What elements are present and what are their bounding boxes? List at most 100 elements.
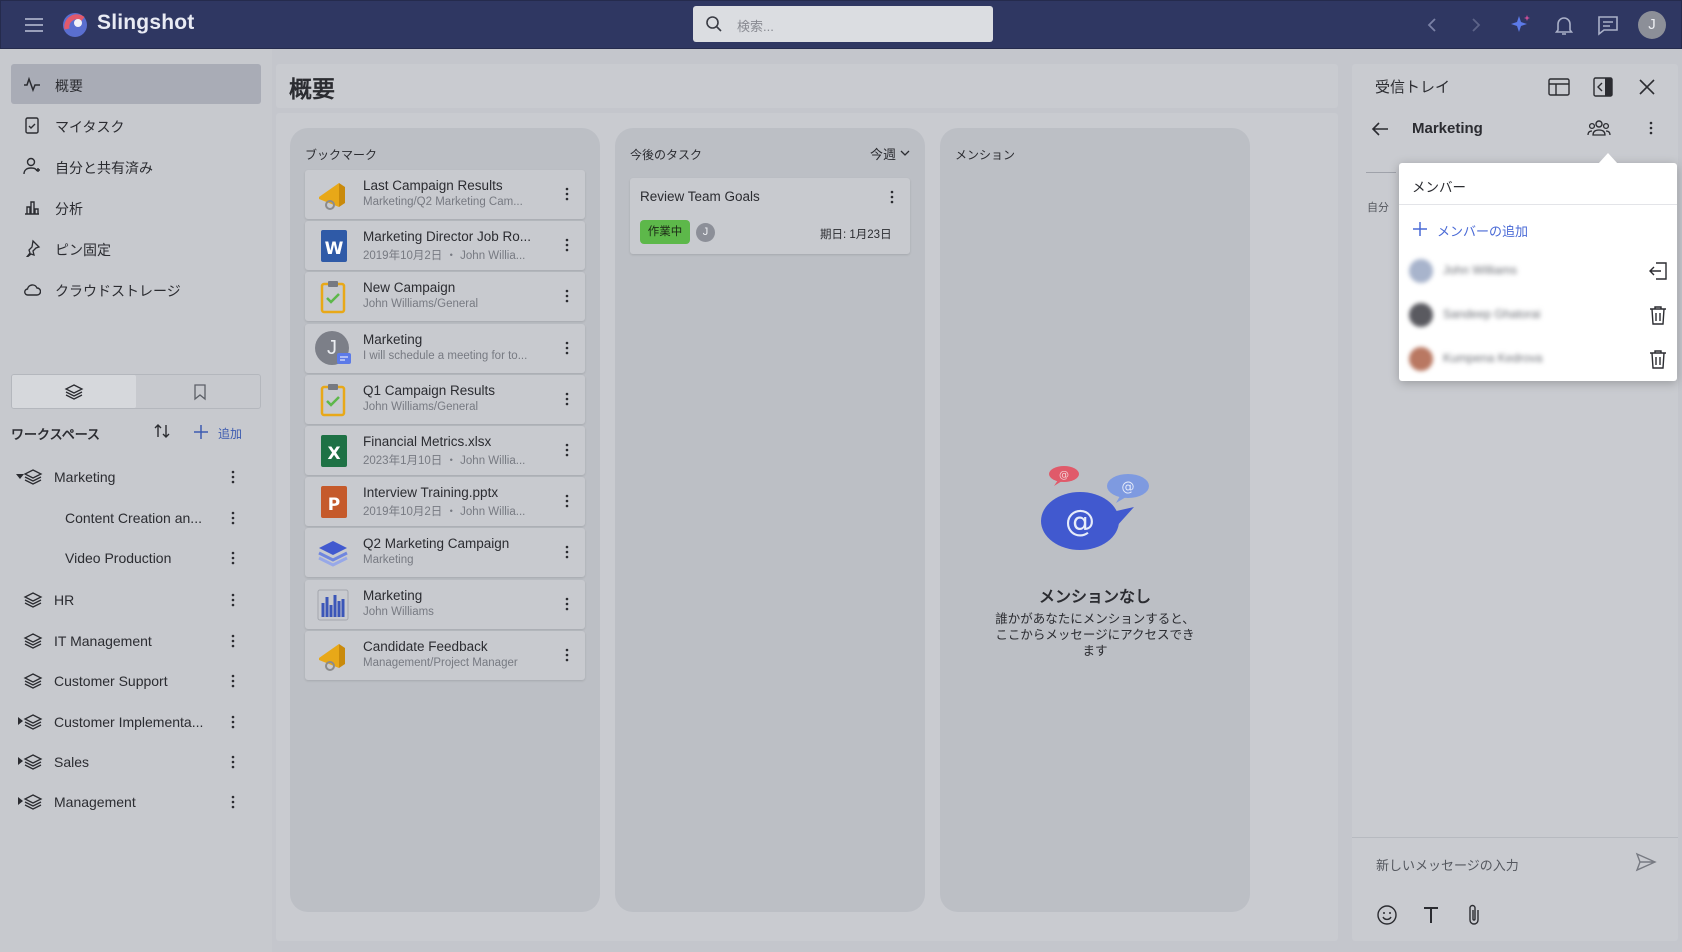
- more-options-icon[interactable]: [560, 492, 574, 510]
- workspace-item[interactable]: Content Creation an...: [0, 500, 272, 536]
- message-input[interactable]: 新しいメッセージの入力: [1376, 855, 1519, 874]
- bookmark-card[interactable]: W Marketing Director Job Ro... 2019年10月2日 …: [305, 221, 585, 271]
- member-name: Sandeep Ghatorai: [1443, 307, 1541, 321]
- leave-icon[interactable]: [1647, 260, 1669, 282]
- task-filter-dropdown[interactable]: 今週: [870, 144, 910, 164]
- word-file-icon: W: [321, 230, 347, 263]
- divider: [1399, 204, 1677, 205]
- back-arrow-icon[interactable]: [1369, 118, 1391, 140]
- bookmark-card[interactable]: Last Campaign Results Marketing/Q2 Market…: [305, 170, 585, 219]
- shared-user-icon: [23, 157, 41, 175]
- task-card[interactable]: Review Team Goals 作業中 J 期日: 1月23日: [630, 178, 910, 254]
- add-workspace-button[interactable]: 追加: [192, 422, 252, 442]
- popout-window-icon[interactable]: [1547, 76, 1571, 98]
- trash-icon[interactable]: [1647, 348, 1669, 370]
- more-options-icon[interactable]: [560, 390, 574, 408]
- more-options-icon[interactable]: [560, 543, 574, 561]
- status-badge: 作業中: [640, 220, 690, 244]
- nav-label: マイタスク: [55, 119, 125, 135]
- more-options-icon[interactable]: [226, 793, 240, 811]
- more-options-icon[interactable]: [226, 753, 240, 771]
- nav-shared-with-me[interactable]: 自分と共有済み: [11, 146, 261, 186]
- trash-icon[interactable]: [1647, 304, 1669, 326]
- bar-chart-icon: [23, 198, 41, 216]
- dashboard-chart-icon: [317, 589, 349, 621]
- more-options-icon[interactable]: [560, 287, 574, 305]
- collapse-panel-icon[interactable]: [1592, 76, 1614, 98]
- workspace-label: Video Production: [65, 550, 172, 566]
- workspace-item[interactable]: Marketing: [0, 459, 272, 495]
- nav-analytics[interactable]: 分析: [11, 187, 261, 227]
- more-options-icon[interactable]: [226, 713, 240, 731]
- nav-cloud-storage[interactable]: クラウドストレージ: [11, 269, 261, 309]
- bookmark-card[interactable]: Q2 Marketing Campaign Marketing: [305, 528, 585, 578]
- more-options-icon[interactable]: [560, 185, 574, 203]
- bookmark-card[interactable]: P Interview Training.pptx 2019年10月2日 ・ Joh…: [305, 477, 585, 527]
- bookmark-thumbnail: P: [315, 484, 351, 520]
- more-options-icon[interactable]: [226, 632, 240, 650]
- pin-icon: [23, 239, 41, 257]
- bookmark-card[interactable]: Marketing John Williams: [305, 579, 585, 629]
- bookmark-card[interactable]: X Financial Metrics.xlsx 2023年1月10日 ・ John…: [305, 426, 585, 475]
- notification-bell-icon[interactable]: [1552, 13, 1576, 37]
- ai-sparkle-icon[interactable]: [1508, 13, 1532, 37]
- bookmark-subtitle: 2019年10月2日 ・ John Willia...: [363, 250, 526, 263]
- workspace-item[interactable]: Sales: [0, 744, 272, 780]
- task-title: Review Team Goals: [640, 189, 760, 204]
- excel-file-icon: X: [321, 435, 347, 467]
- more-options-icon[interactable]: [1644, 119, 1658, 137]
- more-options-icon[interactable]: [560, 339, 574, 357]
- svg-text:P: P: [328, 495, 340, 515]
- bookmark-card[interactable]: J Marketing I will schedule a meeting for …: [305, 323, 585, 373]
- nav-my-tasks[interactable]: マイタスク: [11, 105, 261, 145]
- more-options-icon[interactable]: [226, 549, 240, 567]
- more-options-icon[interactable]: [560, 595, 574, 613]
- more-options-icon[interactable]: [226, 591, 240, 609]
- nav-overview[interactable]: 概要: [11, 64, 261, 104]
- workspace-item[interactable]: HR: [0, 582, 272, 618]
- attachment-icon[interactable]: [1463, 903, 1485, 927]
- bookmark-card[interactable]: New Campaign John Williams/General: [305, 272, 585, 322]
- sidebar: 概要 マイタスク 自分と共有済み 分析 ピン固定 クラウドストレージ ワークスペ…: [0, 49, 272, 952]
- nav-pinned[interactable]: ピン固定: [11, 228, 261, 268]
- workspace-item[interactable]: Management: [0, 784, 272, 820]
- workspace-item[interactable]: Customer Support: [0, 663, 272, 699]
- add-label: 追加: [218, 427, 243, 441]
- chat-bubble-icon: [337, 352, 351, 364]
- members-icon[interactable]: [1587, 117, 1611, 139]
- member-row: Sandeep Ghatorai: [1399, 295, 1677, 335]
- more-options-icon[interactable]: [226, 672, 240, 690]
- text-format-icon[interactable]: [1420, 904, 1442, 926]
- bookmark-card[interactable]: Candidate Feedback Management/Project Man…: [305, 630, 585, 680]
- more-options-icon[interactable]: [226, 509, 240, 527]
- send-icon[interactable]: [1635, 851, 1657, 873]
- back-arrow-icon[interactable]: [1420, 13, 1444, 37]
- search-box[interactable]: 検索...: [693, 6, 993, 42]
- close-icon[interactable]: [1636, 76, 1658, 98]
- sort-icon[interactable]: [152, 421, 172, 441]
- nav-label: 自分と共有済み: [55, 160, 153, 176]
- more-options-icon[interactable]: [560, 646, 574, 664]
- activity-icon: [23, 75, 41, 93]
- more-options-icon[interactable]: [885, 188, 899, 206]
- add-member-button[interactable]: メンバーの追加: [1411, 217, 1571, 239]
- workspace-item[interactable]: IT Management: [0, 623, 272, 659]
- workspace-label: Content Creation an...: [65, 510, 202, 526]
- svg-text:X: X: [327, 444, 340, 464]
- forward-arrow-icon[interactable]: [1464, 13, 1488, 37]
- workspace-item[interactable]: Video Production: [0, 540, 272, 576]
- tasks-column: 今後のタスク 今週 Review Team Goals 作業中 J 期日: 1月…: [615, 128, 925, 912]
- more-options-icon[interactable]: [560, 441, 574, 459]
- bookmark-card[interactable]: Q1 Campaign Results John Williams/General: [305, 374, 585, 424]
- assignee-avatar: J: [696, 223, 715, 242]
- bookmark-icon[interactable]: [192, 383, 208, 401]
- hamburger-menu-icon[interactable]: [23, 15, 45, 35]
- user-avatar[interactable]: J: [1638, 11, 1666, 39]
- more-options-icon[interactable]: [560, 236, 574, 254]
- workspace-item[interactable]: Customer Implementa...: [0, 704, 272, 740]
- chat-messages-icon[interactable]: [1596, 13, 1620, 37]
- bookmark-thumbnail: X: [315, 433, 351, 469]
- more-options-icon[interactable]: [226, 468, 240, 486]
- member-name: Kumpena Kedrova: [1443, 351, 1543, 365]
- emoji-icon[interactable]: [1376, 904, 1398, 926]
